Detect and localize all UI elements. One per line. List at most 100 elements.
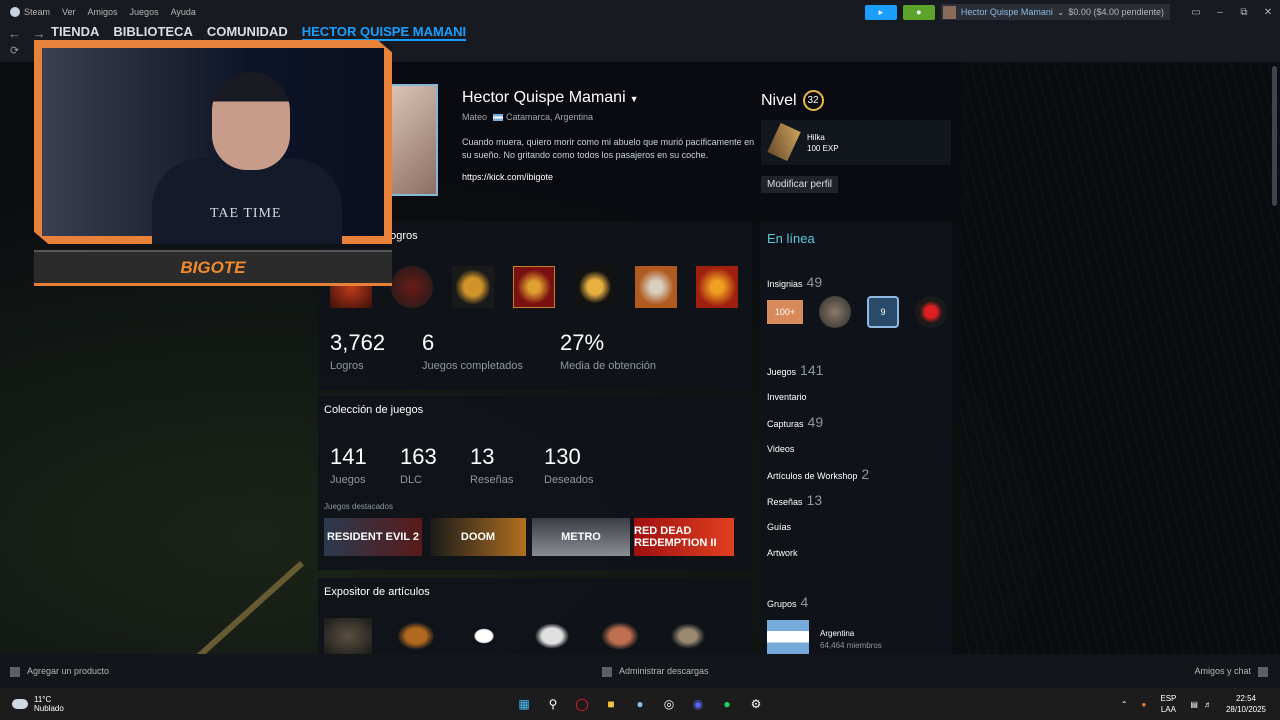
profile-name: Hector Quispe Mamani (462, 89, 626, 106)
item-icon[interactable] (460, 618, 508, 654)
account-name: Hector Quispe Mamani (960, 7, 1053, 17)
achievement-icon[interactable] (513, 266, 555, 308)
maximize-button[interactable]: ⧉ (1232, 7, 1256, 18)
sidebar-guides[interactable]: Guías (767, 522, 791, 532)
steam-taskbar-icon[interactable]: ● (628, 692, 652, 716)
item-icon[interactable] (664, 618, 712, 654)
menu-amigos[interactable]: Amigos (88, 7, 118, 17)
search-icon[interactable]: ⚲ (541, 692, 565, 716)
profile-link[interactable]: https://kick.com/ibigote (462, 172, 553, 182)
achievement-icon[interactable] (391, 266, 433, 308)
badge-name: Hilka (807, 133, 825, 142)
add-product-label: Agregar un producto (27, 666, 110, 676)
friends-chat-button[interactable]: Amigos y chat (1194, 666, 1268, 677)
coin-badge-icon[interactable] (819, 296, 851, 328)
language-indicator[interactable]: ESP LAA (1160, 693, 1176, 715)
level-badge[interactable]: 32 (802, 90, 824, 111)
scrollbar-thumb[interactable] (1272, 66, 1277, 206)
menu-steam[interactable]: Steam (24, 7, 50, 17)
game-collection-panel: Colección de juegos 141 Juegos 163 DLC 1… (318, 396, 752, 570)
minimize-button[interactable]: – (1208, 7, 1232, 18)
add-product-button[interactable]: Agregar un producto (10, 666, 109, 677)
sidebar-artwork[interactable]: Artwork (767, 548, 798, 558)
tab-comunidad[interactable]: COMUNIDAD (207, 24, 288, 41)
profile-avatar[interactable] (390, 84, 438, 196)
achievement-icon[interactable] (452, 266, 494, 308)
announcements-button[interactable]: ▸ (864, 4, 897, 20)
menu-ver[interactable]: Ver (62, 7, 76, 17)
sidebar-videos[interactable]: Videos (767, 444, 794, 454)
wishlist-stat[interactable]: 130 Deseados (544, 444, 594, 486)
reviews-stat[interactable]: 13 Reseñas (470, 444, 513, 486)
featured-game-doom[interactable]: DOOM (430, 518, 526, 556)
item-icon[interactable] (324, 618, 372, 654)
streamer-banner: BIGOTE (34, 250, 392, 286)
favorite-badge[interactable]: Hilka 100 EXP (761, 120, 951, 165)
big-picture-icon[interactable]: ▭ (1184, 7, 1208, 18)
red-orb-badge-icon[interactable] (915, 296, 947, 328)
settings-gear-icon[interactable]: ⚙ (744, 692, 768, 716)
network-icon[interactable]: ▤ (1190, 700, 1198, 709)
completion-rate[interactable]: 27% Media de obtención (560, 330, 656, 372)
item-icon[interactable] (528, 618, 576, 654)
menu-juegos[interactable]: Juegos (130, 7, 159, 17)
sidebar-games[interactable]: Juegos 141 (767, 362, 823, 378)
featured-game-re2[interactable]: RESIDENT EVIL 2 (324, 518, 422, 556)
sidebar-badges[interactable]: Insignias 49 (767, 274, 822, 290)
edit-profile-button[interactable]: Modificar perfil (761, 176, 839, 193)
volume-icon[interactable]: ♬ (1204, 700, 1212, 709)
discord-icon[interactable]: ◉ (686, 692, 710, 716)
tab-profile[interactable]: HECTOR QUISPE MAMANI (301, 24, 467, 41)
sidebar-workshop[interactable]: Artículos de Workshop 2 (767, 466, 869, 482)
chevron-up-icon[interactable]: ⌃ (1121, 700, 1128, 709)
clock[interactable]: 22:54 28/10/2025 (1226, 693, 1266, 715)
file-explorer-icon[interactable]: ■ (599, 692, 623, 716)
nav-tabs: TIENDA BIBLIOTECA COMUNIDAD HECTOR QUISP… (51, 24, 480, 41)
profile-name-row[interactable]: Hector Quispe Mamani ▼ (462, 89, 639, 107)
downloads-button[interactable]: Administrar descargas (602, 666, 709, 677)
sidebar-count: 49 (807, 414, 824, 430)
microphone-icon[interactable]: ● (1142, 700, 1147, 709)
sidebar-groups[interactable]: Grupos 4 (767, 594, 808, 610)
sidebar-reviews[interactable]: Reseñas 13 (767, 492, 822, 508)
achievement-icon[interactable] (696, 266, 738, 308)
tab-tienda[interactable]: TIENDA (51, 24, 99, 41)
spotify-icon[interactable]: ● (715, 692, 739, 716)
badge-xp: 100 EXP (807, 144, 839, 153)
achievements-count[interactable]: 3,762 Logros (330, 330, 385, 372)
sidebar-inventory[interactable]: Inventario (767, 392, 807, 402)
notifications-button[interactable]: ● (902, 4, 935, 20)
perfect-games-count[interactable]: 6 Juegos completados (422, 330, 523, 372)
language-code: ESP (1160, 694, 1177, 703)
sidebar-count: 141 (800, 362, 824, 378)
level-9-badge-icon[interactable]: 9 (867, 296, 899, 328)
achievement-icon[interactable] (574, 266, 616, 308)
badge-100-icon[interactable]: 100+ (767, 300, 803, 324)
profile-sidebar: En línea Insignias 49 100+ 9 Juegos 141 In… (760, 222, 952, 654)
refresh-icon[interactable]: ⟳ (10, 44, 19, 57)
steam-logo-icon[interactable] (10, 7, 20, 17)
achievement-icon[interactable] (635, 266, 677, 308)
account-menu[interactable]: Hector Quispe Mamani ⌄ $0.00 ($4.00 pend… (940, 4, 1170, 20)
game-collection-title[interactable]: Colección de juegos (324, 404, 423, 416)
obs-icon[interactable]: ◎ (657, 692, 681, 716)
featured-game-metro[interactable]: METRO (532, 518, 630, 556)
dlc-stat[interactable]: 163 DLC (400, 444, 437, 486)
games-stat[interactable]: 141 Juegos (330, 444, 367, 486)
opera-icon[interactable]: ◯ (570, 692, 594, 716)
item-showcase-title[interactable]: Expositor de artículos (324, 586, 430, 598)
group-name[interactable]: Argentina (820, 629, 854, 638)
back-arrow-icon[interactable]: ← (8, 26, 21, 41)
item-icon[interactable] (392, 618, 440, 654)
sidebar-screenshots[interactable]: Capturas 49 (767, 414, 823, 430)
menu-ayuda[interactable]: Ayuda (171, 7, 196, 17)
featured-game-rdr2[interactable]: RED DEAD REDEMPTION II (634, 518, 734, 556)
tab-biblioteca[interactable]: BIBLIOTECA (113, 24, 192, 41)
item-icon[interactable] (596, 618, 644, 654)
weather-widget[interactable]: 11°C Nublado (12, 695, 64, 713)
stat-label: Reseñas (470, 474, 514, 486)
forward-arrow-icon[interactable]: → (33, 26, 46, 41)
close-button[interactable]: ✕ (1256, 7, 1280, 18)
group-avatar[interactable] (767, 620, 809, 654)
windows-start-icon[interactable]: ▦ (512, 692, 536, 716)
